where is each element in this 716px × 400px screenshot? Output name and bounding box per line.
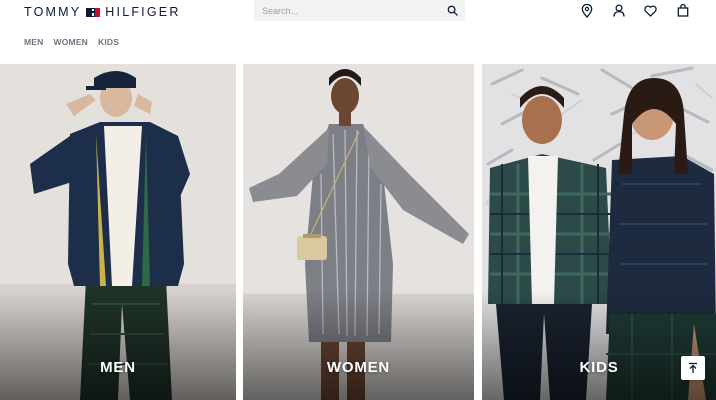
tile-men[interactable]: MEN xyxy=(0,64,236,400)
location-pin-icon[interactable] xyxy=(579,3,594,18)
site-header: TOMMY HILFIGER MEN WOMEN KIDS xyxy=(0,0,716,64)
nav-item-kids[interactable]: KIDS xyxy=(98,37,119,47)
search-icon[interactable] xyxy=(446,4,459,17)
tile-women-label: WOMEN xyxy=(326,359,391,376)
search-bar xyxy=(254,0,465,21)
category-nav: MEN WOMEN KIDS xyxy=(24,37,119,47)
bag-icon[interactable] xyxy=(675,3,690,18)
scroll-to-top-button[interactable] xyxy=(681,356,705,380)
tile-kids[interactable]: KIDS xyxy=(482,64,716,400)
brand-name-left: TOMMY xyxy=(24,5,82,19)
tile-women-shade xyxy=(243,290,474,400)
account-icon[interactable] xyxy=(611,3,626,18)
brand-logo[interactable]: TOMMY HILFIGER xyxy=(24,5,181,19)
brand-name-right: HILFIGER xyxy=(105,5,181,19)
nav-item-men[interactable]: MEN xyxy=(24,37,44,47)
tile-men-shade xyxy=(0,290,236,400)
tile-women[interactable]: WOMEN xyxy=(243,64,474,400)
nav-item-women[interactable]: WOMEN xyxy=(54,37,89,47)
tile-kids-shade xyxy=(482,290,716,400)
flag-logo-icon xyxy=(86,7,101,17)
tile-men-label: MEN xyxy=(100,359,136,376)
category-tiles: MEN WOMEN KIDS xyxy=(0,64,716,400)
arrow-up-icon xyxy=(689,362,697,373)
search-input[interactable] xyxy=(262,3,442,18)
heart-icon[interactable] xyxy=(643,3,658,18)
header-actions xyxy=(579,3,690,18)
